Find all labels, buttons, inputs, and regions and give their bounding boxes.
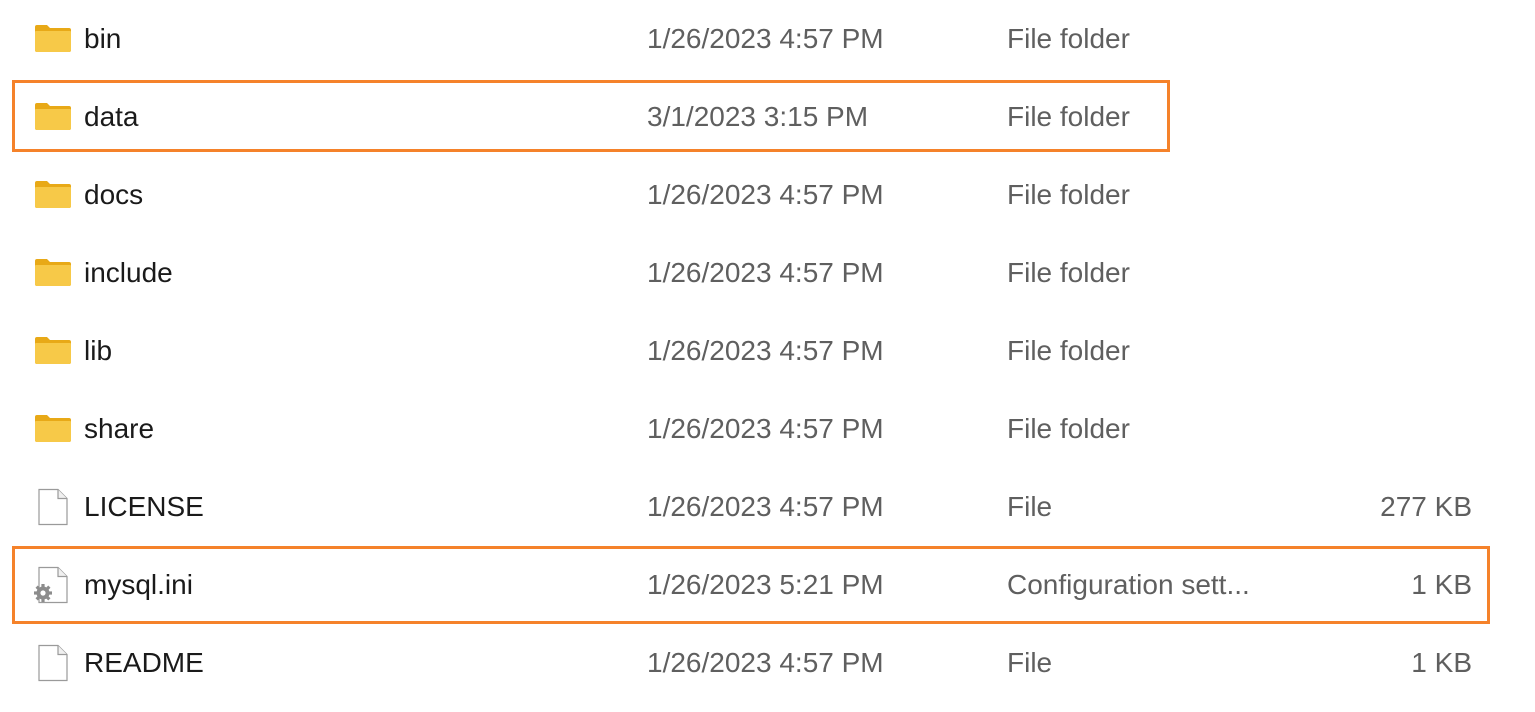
file-name: lib bbox=[84, 335, 113, 366]
file-size: 1 KB bbox=[1411, 647, 1472, 678]
file-row-readme[interactable]: README 1/26/2023 4:57 PM File 1 KB bbox=[0, 624, 1535, 702]
file-row-lib[interactable]: lib 1/26/2023 4:57 PM File folder bbox=[0, 312, 1535, 390]
file-name: bin bbox=[84, 23, 122, 54]
folder-icon bbox=[34, 410, 72, 448]
file-date-modified: 1/26/2023 4:57 PM bbox=[647, 413, 884, 444]
file-type: File folder bbox=[1007, 101, 1130, 132]
file-type: File folder bbox=[1007, 23, 1130, 54]
file-date-modified: 1/26/2023 4:57 PM bbox=[647, 257, 884, 288]
config-file-icon bbox=[34, 566, 72, 604]
folder-icon bbox=[34, 176, 72, 214]
file-name: include bbox=[84, 257, 173, 288]
file-date-modified: 1/26/2023 5:21 PM bbox=[647, 569, 884, 600]
file-type: Configuration sett... bbox=[1007, 569, 1250, 600]
folder-icon bbox=[34, 254, 72, 292]
file-row-share[interactable]: share 1/26/2023 4:57 PM File folder bbox=[0, 390, 1535, 468]
file-date-modified: 1/26/2023 4:57 PM bbox=[647, 647, 884, 678]
file-date-modified: 1/26/2023 4:57 PM bbox=[647, 335, 884, 366]
file-type: File folder bbox=[1007, 413, 1130, 444]
file-row-include[interactable]: include 1/26/2023 4:57 PM File folder bbox=[0, 234, 1535, 312]
file-name: docs bbox=[84, 179, 144, 210]
file-size: 277 KB bbox=[1380, 491, 1472, 522]
file-list: bin 1/26/2023 4:57 PM File folder data 3… bbox=[0, 0, 1535, 712]
file-row-license[interactable]: LICENSE 1/26/2023 4:57 PM File 277 KB bbox=[0, 468, 1535, 546]
file-name: share bbox=[84, 413, 155, 444]
file-row-docs[interactable]: docs 1/26/2023 4:57 PM File folder bbox=[0, 156, 1535, 234]
file-type: File folder bbox=[1007, 179, 1130, 210]
file-icon bbox=[34, 644, 72, 682]
file-name: mysql.ini bbox=[84, 569, 193, 600]
file-row-mysql-ini[interactable]: mysql.ini 1/26/2023 5:21 PM Configuratio… bbox=[0, 546, 1535, 624]
file-row-data[interactable]: data 3/1/2023 3:15 PM File folder bbox=[0, 78, 1535, 156]
file-date-modified: 3/1/2023 3:15 PM bbox=[647, 101, 869, 132]
file-size: 1 KB bbox=[1411, 569, 1472, 600]
file-type: File folder bbox=[1007, 257, 1130, 288]
file-type: File bbox=[1007, 491, 1053, 522]
file-date-modified: 1/26/2023 4:57 PM bbox=[647, 179, 884, 210]
file-name: data bbox=[84, 101, 139, 132]
folder-icon bbox=[34, 332, 72, 370]
file-row-bin[interactable]: bin 1/26/2023 4:57 PM File folder bbox=[0, 0, 1535, 78]
file-type: File folder bbox=[1007, 335, 1130, 366]
folder-icon bbox=[34, 98, 72, 136]
file-icon bbox=[34, 488, 72, 526]
file-name: README bbox=[84, 647, 204, 678]
folder-icon bbox=[34, 20, 72, 58]
file-type: File bbox=[1007, 647, 1053, 678]
file-date-modified: 1/26/2023 4:57 PM bbox=[647, 491, 884, 522]
file-date-modified: 1/26/2023 4:57 PM bbox=[647, 23, 884, 54]
file-name: LICENSE bbox=[84, 491, 204, 522]
